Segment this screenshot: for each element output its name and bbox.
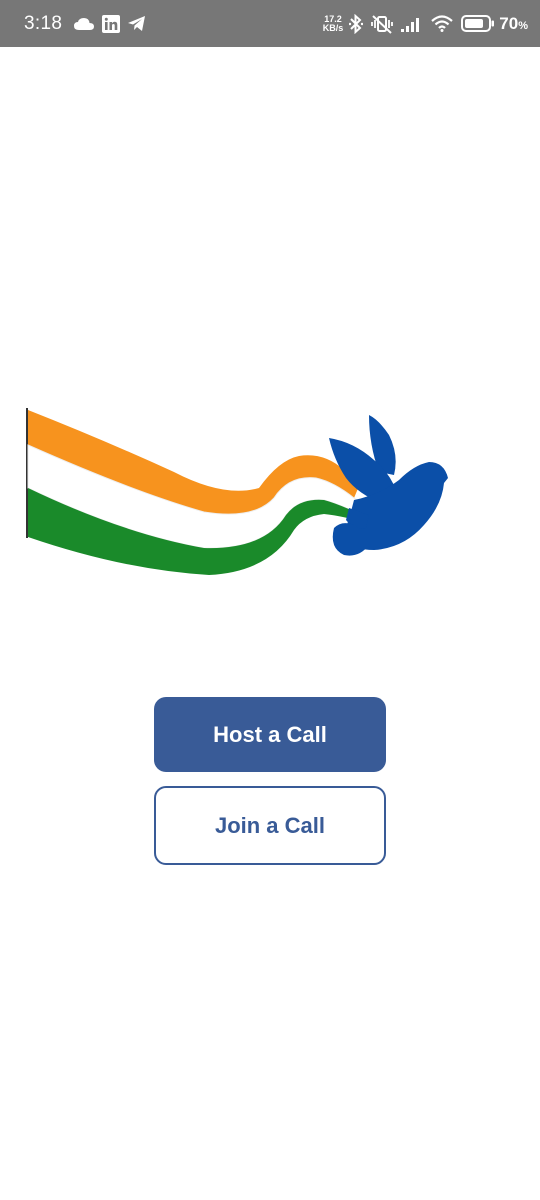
network-speed: 17.2 KB/s <box>322 14 344 33</box>
wifi-icon <box>431 15 454 32</box>
bluetooth-icon <box>349 13 364 34</box>
host-call-button[interactable]: Host a Call <box>154 697 386 772</box>
battery-icon <box>461 15 495 32</box>
status-time: 3:18 <box>24 12 63 34</box>
vibrate-off-icon <box>371 14 394 34</box>
app-screen: 3:18 17.2 KB/s 70% Host a Call Join a Ca… <box>0 0 540 1200</box>
linkedin-icon <box>102 14 121 33</box>
status-bar: 3:18 17.2 KB/s 70% <box>0 0 540 47</box>
flag-dove-logo <box>24 400 454 590</box>
telegram-icon <box>128 15 146 32</box>
signal-icon <box>401 16 423 32</box>
battery-percent-value: 70 <box>499 13 519 33</box>
status-bar-right: 17.2 KB/s 70% <box>322 13 528 34</box>
battery-percentage: 70% <box>499 14 528 34</box>
cloud-icon <box>74 17 95 31</box>
join-call-button[interactable]: Join a Call <box>154 786 386 865</box>
network-speed-unit: KB/s <box>322 22 344 33</box>
battery-percent-unit: % <box>518 19 528 32</box>
status-bar-left: 3:18 <box>24 13 154 35</box>
